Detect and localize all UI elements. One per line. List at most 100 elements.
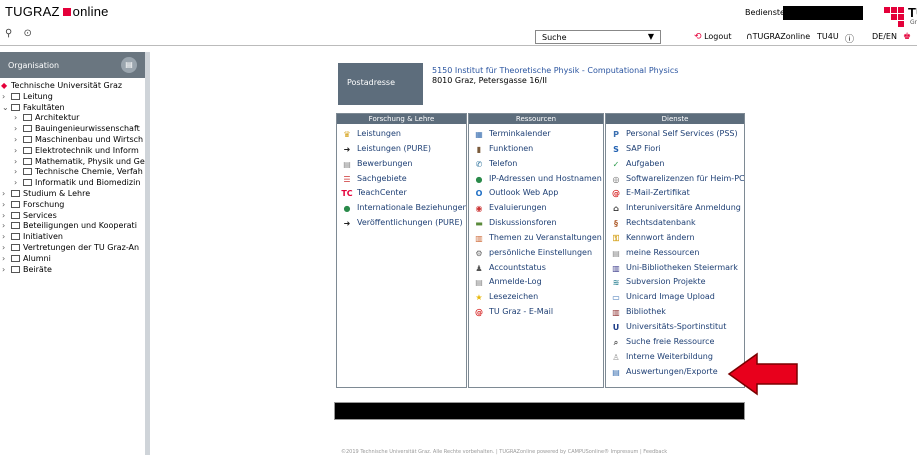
service-link[interactable]: U Universitäts-Sportinstitut: [610, 320, 744, 335]
chevron-right-icon[interactable]: ›: [2, 254, 11, 265]
service-link[interactable]: ● Internationale Beziehungen: [341, 201, 467, 216]
service-link[interactable]: S SAP Fiori: [610, 142, 744, 157]
service-link[interactable]: ✓ Aufgaben: [610, 157, 744, 172]
service-link[interactable]: O Outlook Web App: [473, 186, 603, 201]
sidebar-header: Organisation ▤: [0, 52, 145, 78]
service-link[interactable]: ▥ Uni-Bibliotheken Steiermark: [610, 261, 744, 276]
tree-item[interactable]: › Leitung: [0, 92, 145, 103]
tree-item[interactable]: ⌄ Fakultäten: [0, 103, 145, 114]
service-link[interactable]: ◎ Softwarelizenzen für Heim-PC: [610, 172, 745, 187]
tree-item[interactable]: › Informatik und Biomedizin: [0, 178, 145, 189]
chevron-right-icon[interactable]: ›: [2, 243, 11, 254]
sidebar-menu-button[interactable]: ▤: [121, 57, 137, 73]
service-link[interactable]: ♙ Interne Weiterbildung: [610, 350, 744, 365]
service-link[interactable]: ▤ Auswertungen/Exporte: [610, 365, 744, 380]
tree-item[interactable]: › Beteiligungen und Kooperati: [0, 221, 145, 232]
service-link[interactable]: ♛ Leistungen: [341, 127, 466, 142]
chevron-right-icon[interactable]: ›: [14, 167, 23, 178]
chevron-right-icon[interactable]: ›: [2, 189, 11, 200]
chevron-right-icon[interactable]: ›: [2, 221, 11, 232]
tree-item[interactable]: › Architektur: [0, 113, 145, 124]
service-link[interactable]: ✆ Telefon: [473, 157, 603, 172]
column-dienste: Dienste P Personal Self Services (PSS) S SA…: [605, 113, 745, 388]
service-link[interactable]: ≋ Subversion Projekte: [610, 275, 744, 290]
service-link-label: Bibliothek: [626, 307, 666, 317]
service-link[interactable]: ➜ Veröffentlichungen (PURE): [341, 216, 466, 231]
tree-item[interactable]: › Technische Chemie, Verfah: [0, 167, 145, 178]
service-link-label: Uni-Bibliotheken Steiermark: [626, 262, 738, 272]
tree-item[interactable]: › Services: [0, 211, 145, 222]
network-icon: ●: [475, 174, 483, 184]
books-icon: ▥: [612, 308, 620, 318]
sitemap-icon[interactable]: ⚲: [5, 28, 12, 39]
chevron-right-icon[interactable]: ›: [14, 113, 23, 124]
tree-item[interactable]: › Mathematik, Physik und Ge: [0, 157, 145, 168]
folder-icon: [11, 222, 20, 230]
tu4u-link[interactable]: TU4U: [817, 32, 839, 41]
chevron-right-icon[interactable]: ›: [2, 232, 11, 243]
chevron-down-icon[interactable]: ⌄: [2, 103, 11, 114]
service-link[interactable]: ⚿ Kennwort ändern: [610, 231, 744, 246]
service-link[interactable]: ⌂ Interuniversitäre Anmeldung: [610, 201, 744, 216]
tree-item[interactable]: › Forschung: [0, 200, 145, 211]
service-link[interactable]: @ E-Mail-Zertifikat: [610, 186, 744, 201]
logout-link[interactable]: ⟲ Logout: [694, 32, 731, 42]
service-link[interactable]: ▦ Terminkalender: [473, 127, 603, 142]
chevron-right-icon[interactable]: ›: [14, 157, 23, 168]
service-link[interactable]: TC TeachCenter: [341, 186, 466, 201]
people-icon[interactable]: ♚: [903, 32, 911, 42]
search-resource-icon: ⌕: [613, 337, 619, 347]
tugraz-online-brand[interactable]: TUGRAZ online: [5, 4, 109, 19]
back-icon[interactable]: ⊙: [24, 28, 32, 39]
info-icon[interactable]: ⓘ: [845, 32, 854, 45]
tree-item[interactable]: › Elektrotechnik und Inform: [0, 146, 145, 157]
evaluation-icon: ◉: [475, 204, 483, 214]
service-link[interactable]: ▭ Unicard Image Upload: [610, 290, 744, 305]
tree-item[interactable]: › Vertretungen der TU Graz-An: [0, 243, 145, 254]
tree-item[interactable]: › Maschinenbau und Wirtsch: [0, 135, 145, 146]
tree-root[interactable]: ◆ Technische Universität Graz: [0, 81, 145, 92]
tree-item[interactable]: › Beiräte: [0, 265, 145, 276]
service-link[interactable]: ⚙ persönliche Einstellungen: [473, 246, 603, 261]
chevron-right-icon[interactable]: ›: [14, 146, 23, 157]
tree-item[interactable]: › Initiativen: [0, 232, 145, 243]
tree-item[interactable]: › Alumni: [0, 254, 145, 265]
service-link[interactable]: § Rechtsdatenbank: [610, 216, 744, 231]
service-link[interactable]: ⌕ Suche freie Ressource: [610, 335, 744, 350]
folder-icon: [11, 233, 20, 241]
chevron-right-icon[interactable]: ›: [2, 211, 11, 222]
service-link[interactable]: ▥ Bibliothek: [610, 305, 744, 320]
service-link[interactable]: ➜ Leistungen (PURE): [341, 142, 466, 157]
tree-item-label: Informatik und Biomedizin: [35, 178, 141, 188]
service-link[interactable]: ▬ Diskussionsforen: [473, 216, 603, 231]
service-link[interactable]: ◉ Evaluierungen: [473, 201, 603, 216]
service-link[interactable]: ♟ Accountstatus: [473, 261, 603, 276]
document-icon: ▤: [343, 159, 351, 169]
chevron-right-icon[interactable]: ›: [14, 135, 23, 146]
chevron-right-icon[interactable]: ›: [2, 265, 11, 276]
tree-item[interactable]: › Studium & Lehre: [0, 189, 145, 200]
chevron-right-icon[interactable]: ›: [14, 124, 23, 135]
institute-link[interactable]: 5150 Institut für Theoretische Physik - …: [432, 66, 678, 76]
language-label: DE/EN: [872, 32, 897, 41]
service-link[interactable]: ▤ Anmelde-Log: [473, 275, 603, 290]
service-link[interactable]: ★ Lesezeichen: [473, 290, 603, 305]
search-select[interactable]: Suche ▼: [535, 30, 661, 44]
service-link[interactable]: ▤ meine Ressourcen: [610, 246, 744, 261]
postadresse-button[interactable]: Postadresse: [338, 63, 423, 105]
service-link[interactable]: ● IP-Adressen und Hostnamen: [473, 172, 603, 187]
service-link[interactable]: @ TU Graz - E-Mail: [473, 305, 603, 320]
tree-item[interactable]: › Bauingenieurwissenschaft: [0, 124, 145, 135]
chevron-right-icon[interactable]: ›: [2, 200, 11, 211]
service-link[interactable]: ▤ Bewerbungen: [341, 157, 466, 172]
language-switch[interactable]: DE/EN: [872, 32, 897, 41]
tu-graz-logo[interactable]: TU Gr: [880, 3, 917, 29]
service-link[interactable]: ▥ Themen zu Veranstaltungen: [473, 231, 603, 246]
chevron-right-icon[interactable]: ›: [2, 92, 11, 103]
chevron-right-icon[interactable]: ›: [14, 178, 23, 189]
service-link[interactable]: ☰ Sachgebiete: [341, 172, 466, 187]
service-link[interactable]: ▮ Funktionen: [473, 142, 603, 157]
tugrazonline-link[interactable]: ∩TUGRAZonline: [746, 32, 810, 42]
service-link-label: Interuniversitäre Anmeldung: [626, 203, 741, 213]
service-link[interactable]: P Personal Self Services (PSS): [610, 127, 744, 142]
